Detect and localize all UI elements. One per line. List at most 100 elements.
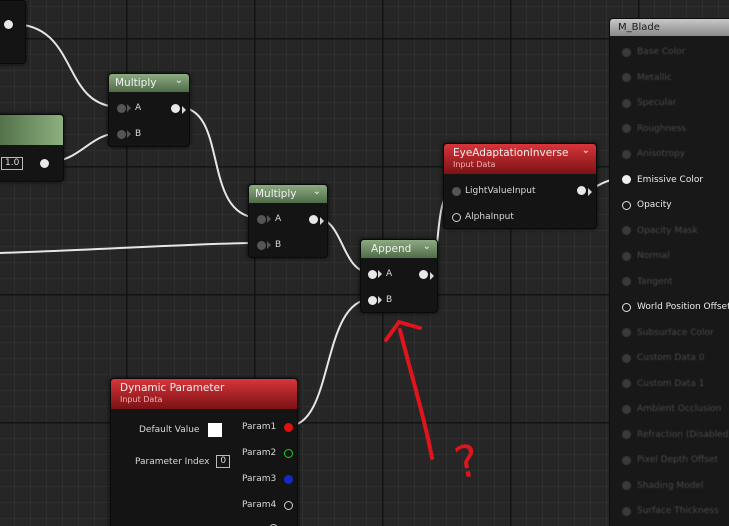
input-pin-light-value-circle[interactable]	[452, 186, 461, 196]
result-pin-shading-model[interactable]: Shading Model	[622, 481, 703, 492]
result-input-pin[interactable]	[622, 47, 631, 57]
result-input-pin[interactable]	[622, 455, 631, 465]
default-value-color-swatch[interactable]	[208, 423, 223, 437]
multiply-node-1[interactable]: Multiply ⌄ A B	[108, 73, 190, 147]
wire-left-to-multiply2-b	[0, 242, 261, 254]
result-pin-ambient-occlusion[interactable]: Ambient Occlusion	[622, 404, 721, 415]
result-pin-refraction-disabled[interactable]: Refraction (Disabled)	[622, 430, 729, 441]
result-input-pin[interactable]	[622, 226, 631, 235]
result-input-pin[interactable]	[622, 302, 631, 312]
multiply-node-2[interactable]: Multiply ⌄ A B	[248, 184, 328, 258]
partial-constant-node[interactable]: 1.0	[0, 114, 64, 182]
result-pin-normal[interactable]: Normal	[622, 251, 670, 262]
result-input-pin[interactable]	[622, 430, 631, 439]
input-pin-a-circle[interactable]	[257, 214, 266, 224]
output-param3[interactable]: Param3	[238, 473, 294, 485]
output-param4[interactable]: Param4	[238, 499, 294, 511]
result-input-pin[interactable]	[622, 481, 631, 490]
result-pin-emissive-color[interactable]: Emissive Color	[622, 175, 703, 186]
output-pin[interactable]	[577, 186, 586, 195]
append-node[interactable]: Append ⌄ A B	[360, 239, 438, 313]
result-input-pin[interactable]	[622, 506, 631, 516]
node-subtitle: Input Data	[120, 395, 163, 404]
result-pin-custom-data-1[interactable]: Custom Data 1	[622, 379, 704, 390]
result-node-header[interactable]: M_Blade	[610, 19, 729, 36]
input-pin-b-circle[interactable]	[368, 295, 377, 305]
partial-node-top-left[interactable]	[0, 0, 26, 64]
input-pin-a-circle[interactable]	[117, 103, 126, 113]
input-pin-a[interactable]: A	[257, 213, 281, 225]
node-title: Append	[371, 243, 412, 255]
input-pin-a-circle[interactable]	[368, 269, 377, 279]
result-pin-opacity-mask[interactable]: Opacity Mask	[622, 226, 698, 237]
param1-pin[interactable]	[284, 422, 294, 432]
result-input-pin[interactable]	[622, 328, 631, 337]
output-pin[interactable]	[40, 159, 50, 168]
result-input-pin[interactable]	[622, 98, 631, 108]
result-input-pin[interactable]	[622, 353, 631, 363]
result-input-pin[interactable]	[622, 277, 631, 286]
chevron-down-icon[interactable]: ⌄	[582, 145, 590, 156]
node-title: Multiply	[255, 188, 297, 200]
result-input-pin[interactable]	[622, 404, 631, 414]
constant-header	[0, 115, 63, 145]
result-pin-roughness[interactable]: Roughness	[622, 124, 686, 135]
node-title: Multiply	[115, 77, 157, 89]
result-input-pin[interactable]	[622, 124, 631, 133]
param2-pin[interactable]	[284, 448, 294, 458]
result-input-pin[interactable]	[622, 73, 631, 82]
result-input-pin[interactable]	[622, 175, 631, 184]
result-pin-pixel-depth-offset[interactable]: Pixel Depth Offset	[622, 455, 718, 466]
input-pin-alpha-circle[interactable]	[452, 212, 461, 222]
input-pin-b[interactable]: B	[368, 294, 392, 306]
eye-adaptation-inverse-node[interactable]: EyeAdaptationInverse Input Data ⌄ LightV…	[443, 143, 597, 229]
output-pin[interactable]	[171, 104, 180, 113]
result-input-pin[interactable]	[622, 149, 631, 159]
multiply-node-1-header[interactable]: Multiply ⌄	[109, 74, 189, 92]
append-node-header[interactable]: Append ⌄	[361, 240, 437, 258]
node-title: EyeAdaptationInverse	[453, 147, 569, 159]
result-pin-base-color[interactable]: Base Color	[622, 47, 685, 58]
parameter-index-field[interactable]: 0	[216, 455, 231, 468]
result-input-pin[interactable]	[622, 251, 631, 261]
result-pin-surface-thickness[interactable]: Surface Thickness	[622, 506, 719, 517]
output-param1[interactable]: Param1	[238, 421, 294, 433]
input-pin-a[interactable]: A	[368, 268, 392, 280]
dynamic-parameter-node[interactable]: Dynamic Parameter Input Data Default Val…	[110, 378, 298, 526]
input-pin-b-circle[interactable]	[117, 129, 126, 139]
output-pin[interactable]	[419, 270, 428, 279]
eye-adaptation-header[interactable]: EyeAdaptationInverse Input Data ⌄	[444, 144, 596, 174]
material-result-node[interactable]: M_Blade Base Color Metallic Specular Roughn…	[609, 18, 729, 526]
result-pin-anisotropy[interactable]: Anisotropy	[622, 149, 685, 160]
wire-param1-to-append-b	[287, 298, 373, 427]
result-pin-tangent[interactable]: Tangent	[622, 277, 673, 288]
node-title: Dynamic Parameter	[120, 382, 225, 394]
result-pin-world-position-offset[interactable]: World Position Offset	[622, 302, 729, 313]
input-pin-b-circle[interactable]	[257, 240, 266, 250]
constant-value-field[interactable]: 1.0	[1, 157, 24, 170]
input-pin-light-value[interactable]: LightValueInput	[452, 185, 535, 197]
result-pin-subsurface-color[interactable]: Subsurface Color	[622, 328, 714, 339]
input-pin-b[interactable]: B	[257, 239, 281, 251]
input-pin-b[interactable]: B	[117, 128, 141, 140]
dynamic-parameter-header[interactable]: Dynamic Parameter Input Data	[111, 379, 297, 409]
output-pin[interactable]	[309, 215, 318, 224]
chevron-down-icon[interactable]: ⌄	[175, 75, 183, 86]
output-param2[interactable]: Param2	[238, 447, 294, 459]
result-input-pin[interactable]	[622, 379, 631, 388]
multiply-node-2-header[interactable]: Multiply ⌄	[249, 185, 327, 203]
result-pin-opacity[interactable]: Opacity	[622, 200, 672, 211]
result-pin-metallic[interactable]: Metallic	[622, 73, 672, 84]
result-pin-custom-data-0[interactable]: Custom Data 0	[622, 353, 704, 364]
output-pin[interactable]	[4, 20, 13, 29]
chevron-down-icon[interactable]: ⌄	[313, 186, 321, 197]
param4-pin[interactable]	[284, 500, 294, 510]
chevron-down-icon[interactable]: ⌄	[423, 241, 431, 252]
result-input-pin[interactable]	[622, 200, 631, 210]
result-pin-specular[interactable]: Specular	[622, 98, 676, 109]
param3-pin[interactable]	[284, 474, 294, 484]
parameter-index-label: Parameter Index	[135, 456, 210, 467]
input-pin-a[interactable]: A	[117, 102, 141, 114]
node-subtitle: Input Data	[453, 160, 496, 169]
input-pin-alpha[interactable]: AlphaInput	[452, 211, 514, 223]
